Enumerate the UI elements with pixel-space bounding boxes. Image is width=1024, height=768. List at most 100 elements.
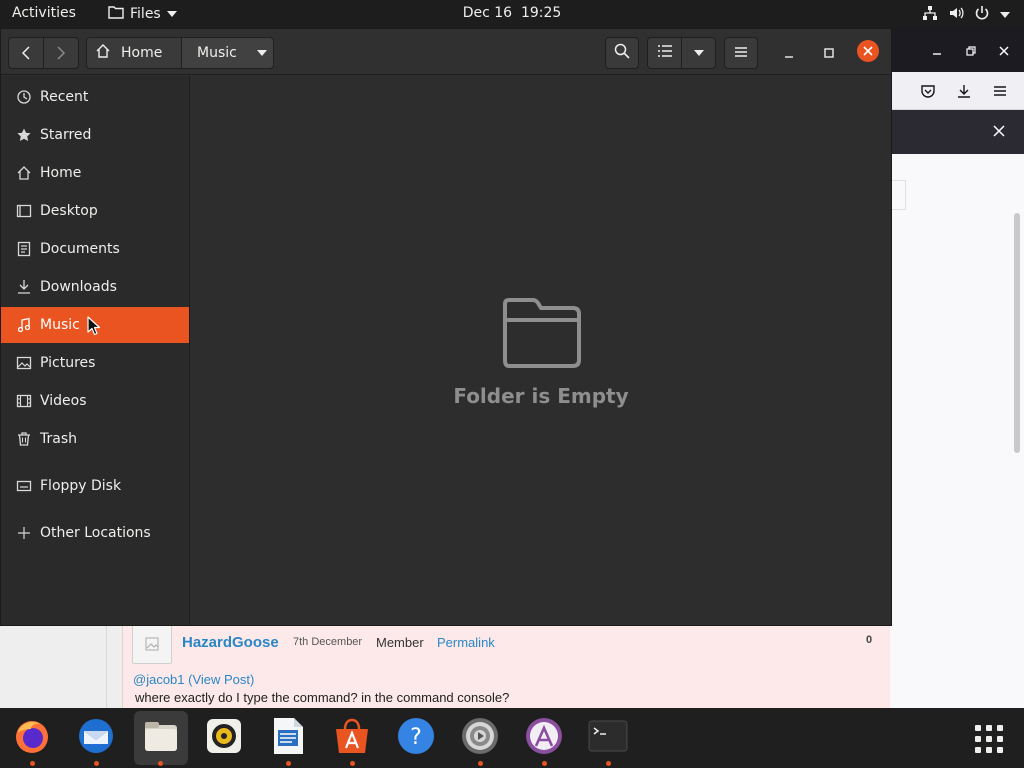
- network-icon: [922, 5, 938, 25]
- restore-icon[interactable]: [960, 40, 982, 62]
- system-tray[interactable]: [922, 5, 1010, 25]
- file-view[interactable]: Folder is Empty: [191, 76, 891, 625]
- music-icon: [16, 317, 32, 333]
- dock-settings[interactable]: [456, 714, 504, 766]
- sidebar-item-label: Downloads: [40, 279, 117, 295]
- sidebar-item-documents[interactable]: Documents: [1, 231, 189, 267]
- sidebar-item-label: Other Locations: [40, 525, 151, 541]
- film-icon: [16, 393, 32, 409]
- sidebar-item-recent[interactable]: Recent: [1, 79, 189, 115]
- forward-button[interactable]: [43, 37, 79, 69]
- desktop-icon: [16, 203, 32, 219]
- sidebar-item-pictures[interactable]: Pictures: [1, 345, 189, 381]
- activities-button[interactable]: Activities: [12, 5, 76, 21]
- main-menu-button[interactable]: [724, 37, 758, 69]
- permalink-link[interactable]: Permalink: [437, 635, 495, 650]
- running-indicator: [350, 761, 355, 766]
- search-button[interactable]: [605, 37, 639, 69]
- dock-app-center[interactable]: [520, 714, 568, 766]
- show-applications-button[interactable]: [972, 722, 1006, 756]
- browser-toolbar: [890, 72, 1024, 110]
- svg-text:?: ?: [410, 725, 422, 750]
- browser-window: [890, 28, 1024, 708]
- dock-files[interactable]: [134, 711, 188, 766]
- close-button[interactable]: [857, 40, 879, 62]
- sidebar-item-trash[interactable]: Trash: [1, 421, 189, 457]
- dock-firefox[interactable]: [8, 714, 56, 766]
- sidebar-item-label: Pictures: [40, 355, 96, 371]
- post-username-link[interactable]: HazardGoose: [182, 634, 279, 651]
- sidebar-item-label: Home: [40, 165, 82, 181]
- sidebar-item-label: Trash: [40, 431, 77, 447]
- grid-dot: [986, 725, 992, 731]
- clock-button[interactable]: Dec 16 19:25: [463, 5, 562, 21]
- path-home-button[interactable]: Home: [86, 37, 182, 69]
- terminal-icon: [588, 720, 628, 756]
- dock-writer[interactable]: [264, 714, 312, 766]
- software-icon: [333, 717, 371, 759]
- close-icon[interactable]: [988, 120, 1010, 142]
- sidebar: Recent Starred Home Desktop Documents Do…: [1, 76, 190, 625]
- close-icon[interactable]: [993, 40, 1015, 62]
- star-icon: [16, 127, 32, 143]
- dock-terminal[interactable]: [584, 714, 632, 766]
- sidebar-item-downloads[interactable]: Downloads: [1, 269, 189, 305]
- view-options-button[interactable]: [681, 37, 716, 69]
- sidebar-item-other-locations[interactable]: Other Locations: [1, 515, 189, 551]
- reply-reference-link[interactable]: @jacob1 (View Post): [133, 672, 254, 687]
- download-icon[interactable]: [953, 80, 975, 102]
- folder-icon: [108, 5, 124, 23]
- appcenter-icon: [524, 716, 564, 760]
- path-current-button[interactable]: Music: [181, 37, 274, 69]
- pocket-icon[interactable]: [917, 80, 939, 102]
- mouse-cursor-icon: [87, 316, 101, 340]
- minimize-icon[interactable]: [926, 40, 948, 62]
- dock: ?: [0, 708, 1024, 768]
- help-icon: ?: [396, 716, 436, 760]
- post-role: Member: [376, 635, 424, 650]
- clock-time: 19:25: [520, 5, 562, 21]
- sidebar-item-starred[interactable]: Starred: [1, 117, 189, 153]
- path-current-label: Music: [197, 45, 237, 61]
- maximize-button[interactable]: [817, 41, 841, 65]
- running-indicator: [286, 761, 291, 766]
- header-bar: Home Music: [1, 29, 891, 75]
- back-button[interactable]: [8, 37, 44, 69]
- minimize-button[interactable]: [777, 41, 801, 65]
- grid-dot: [975, 725, 981, 731]
- sidebar-item-floppy-disk[interactable]: Floppy Disk: [1, 468, 189, 504]
- running-indicator: [606, 761, 611, 766]
- volume-icon: [948, 5, 964, 25]
- dock-help[interactable]: ?: [392, 714, 440, 762]
- notification-bar: [890, 110, 1024, 154]
- path-home-label: Home: [121, 45, 163, 61]
- grid-dot: [986, 736, 992, 742]
- sidebar-item-label: Recent: [40, 89, 89, 105]
- list-icon: [657, 45, 672, 61]
- dock-rhythmbox[interactable]: [200, 714, 248, 762]
- home-icon: [95, 43, 111, 63]
- scrollbar[interactable]: [1014, 213, 1020, 453]
- chevron-down-icon: [166, 11, 177, 17]
- hamburger-menu-icon[interactable]: [989, 80, 1011, 102]
- search-icon: [614, 43, 630, 63]
- page-element: [890, 180, 906, 210]
- dock-thunderbird[interactable]: [72, 714, 120, 766]
- files-icon: [143, 719, 179, 757]
- avatar[interactable]: [132, 624, 172, 664]
- post-body: where exactly do I type the command? in …: [135, 690, 510, 705]
- top-bar: Activities Files Dec 16 19:25: [0, 0, 1024, 28]
- app-menu-button[interactable]: Files: [108, 5, 177, 23]
- clock-date: Dec 16: [462, 5, 513, 21]
- list-view-button[interactable]: [647, 37, 682, 69]
- vote-count: 0: [866, 634, 873, 646]
- sidebar-item-home[interactable]: Home: [1, 155, 189, 191]
- dock-software[interactable]: [328, 714, 376, 766]
- sidebar-item-desktop[interactable]: Desktop: [1, 193, 189, 229]
- settings-icon: [460, 716, 500, 760]
- grid-dot: [997, 736, 1003, 742]
- writer-icon: [271, 716, 305, 760]
- sidebar-item-videos[interactable]: Videos: [1, 383, 189, 419]
- post-date: 7th December: [293, 636, 363, 648]
- sidebar-item-label: Music: [40, 317, 80, 333]
